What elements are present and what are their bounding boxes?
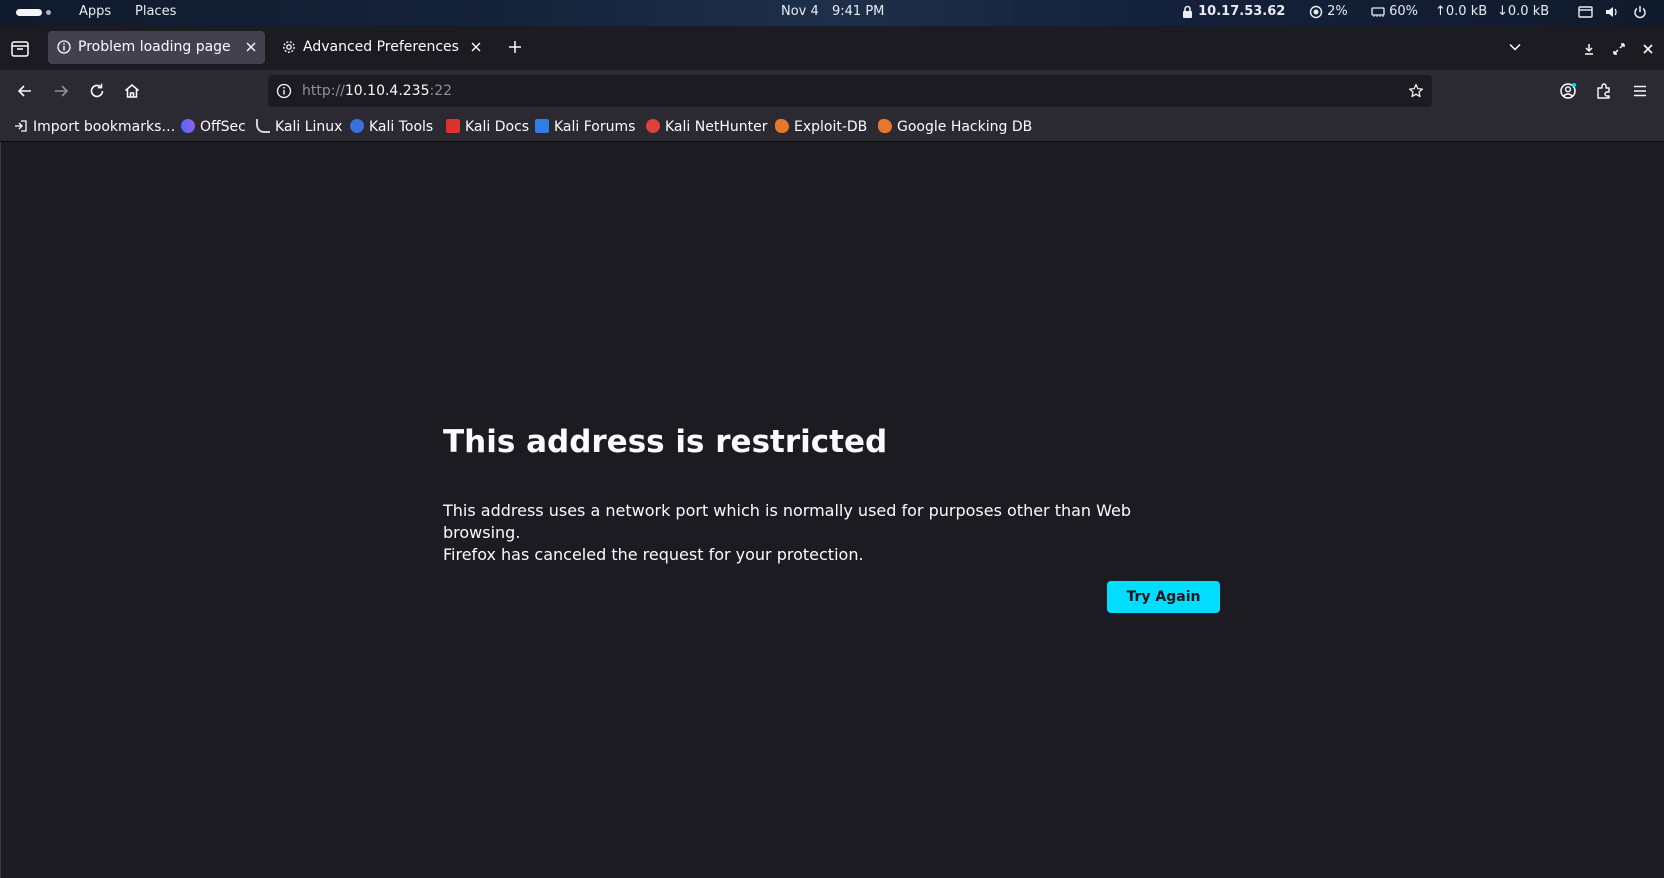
close-icon[interactable] [470,41,482,53]
tab-label: Problem loading page [78,39,231,55]
arrow-down-icon: ↓ [1497,4,1508,19]
reload-icon[interactable] [88,82,106,100]
bookmark-label: Kali Forums [554,119,636,135]
download-indicator[interactable]: ↓0.0 kB [1497,0,1549,26]
gear-icon [283,41,295,53]
kali-forums-icon [535,119,549,133]
account-icon[interactable] [1559,82,1577,100]
apps-menu[interactable]: Apps [79,0,111,26]
tab-problem-loading-page[interactable]: Problem loading page [48,31,265,64]
bookmark-kali-docs[interactable]: Kali Docs [446,112,529,142]
close-icon[interactable] [245,41,257,53]
new-tab-icon[interactable] [507,39,523,55]
site-info-icon[interactable] [276,83,292,99]
navigation-toolbar: http://10.10.4.235:22 [0,70,1664,112]
firefox-view-icon[interactable] [8,38,32,60]
bookmark-kali-forums[interactable]: Kali Forums [535,112,635,142]
cpu-icon [1309,5,1323,18]
bookmarks-toolbar: Import bookmarks… OffSec Kali Linux Kali… [0,112,1664,142]
close-window-icon[interactable] [1641,42,1655,56]
panel-time[interactable]: 9:41 PM [832,0,884,26]
try-again-button[interactable]: Try Again [1107,581,1220,613]
bookmark-kali-tools[interactable]: Kali Tools [350,112,433,142]
bookmark-kali-nethunter[interactable]: Kali NetHunter [646,112,767,142]
hamburger-menu-icon[interactable] [1631,82,1649,100]
bookmark-label: Import bookmarks… [33,119,176,135]
bookmark-import[interactable]: Import bookmarks… [14,112,175,142]
memory-indicator[interactable]: 60% [1371,0,1418,26]
cpu-value: 2% [1327,4,1348,19]
power-icon[interactable] [1633,5,1647,19]
page-content: This address is restricted This address … [0,142,1664,878]
url-text[interactable]: http://10.10.4.235:22 [302,75,452,107]
error-description-line: This address uses a network port which i… [443,501,1132,542]
home-icon[interactable] [123,82,141,100]
url-port: :22 [429,83,453,99]
url-bar[interactable]: http://10.10.4.235:22 [268,75,1432,107]
restore-icon[interactable] [1612,42,1626,56]
arrow-up-icon: ↑ [1435,4,1446,19]
error-title: This address is restricted [443,424,888,460]
kali-tools-icon [350,119,364,133]
memory-icon [1371,6,1385,17]
minimize-icon[interactable] [1582,42,1596,56]
bookmark-kali-linux[interactable]: Kali Linux [256,112,342,142]
tab-advanced-preferences[interactable]: Advanced Preferences [273,31,490,64]
error-description: This address uses a network port which i… [443,500,1203,566]
error-description-line: Firefox has canceled the request for you… [443,545,864,564]
offsec-icon [181,119,195,133]
ip-address: 10.17.53.62 [1198,4,1286,19]
bookmark-label: OffSec [200,119,246,135]
places-menu[interactable]: Places [135,0,176,26]
tab-bar: Problem loading page Advanced Preference… [0,26,1664,70]
forward-icon[interactable] [52,82,70,100]
kali-dragon-icon [256,119,270,133]
panel-date[interactable]: Nov 4 [781,0,819,26]
url-scheme: http:// [302,83,345,99]
kali-docs-icon [446,119,460,133]
upload-indicator[interactable]: ↑0.0 kB [1435,0,1487,26]
info-icon [57,40,71,54]
workspace-indicator[interactable] [46,10,51,15]
volume-icon[interactable] [1604,5,1620,19]
chevron-down-icon[interactable] [1508,40,1522,54]
desktop-top-panel: Apps Places Nov 4 9:41 PM 10.17.53.62 2%… [0,0,1664,26]
ghdb-icon [878,119,892,133]
vpn-indicator[interactable]: 10.17.53.62 [1181,0,1285,26]
cpu-indicator[interactable]: 2% [1309,0,1348,26]
bookmark-exploit-db[interactable]: Exploit-DB [775,112,867,142]
download-value: 0.0 kB [1507,4,1550,19]
url-host: 10.10.4.235 [344,83,430,99]
bookmark-google-hacking-db[interactable]: Google Hacking DB [878,112,1032,142]
bookmark-star-icon[interactable] [1408,83,1424,99]
nethunter-icon [646,119,660,133]
import-icon [15,120,27,132]
bookmark-label: Kali Tools [369,119,434,135]
upload-value: 0.0 kB [1445,4,1488,19]
bookmark-offsec[interactable]: OffSec [181,112,246,142]
bookmark-label: Kali NetHunter [665,119,768,135]
bookmark-label: Kali Docs [465,119,530,135]
bookmark-label: Exploit-DB [794,119,868,135]
tab-label: Advanced Preferences [303,39,459,55]
bookmark-label: Kali Linux [275,119,343,135]
lock-icon [1183,5,1192,18]
workspace-indicator-active[interactable] [16,9,42,16]
bookmark-label: Google Hacking DB [897,119,1033,135]
memory-value: 60% [1389,4,1419,19]
exploit-db-icon [775,119,789,133]
window-icon[interactable] [1578,5,1593,19]
back-icon[interactable] [16,82,34,100]
extensions-icon[interactable] [1595,82,1613,100]
